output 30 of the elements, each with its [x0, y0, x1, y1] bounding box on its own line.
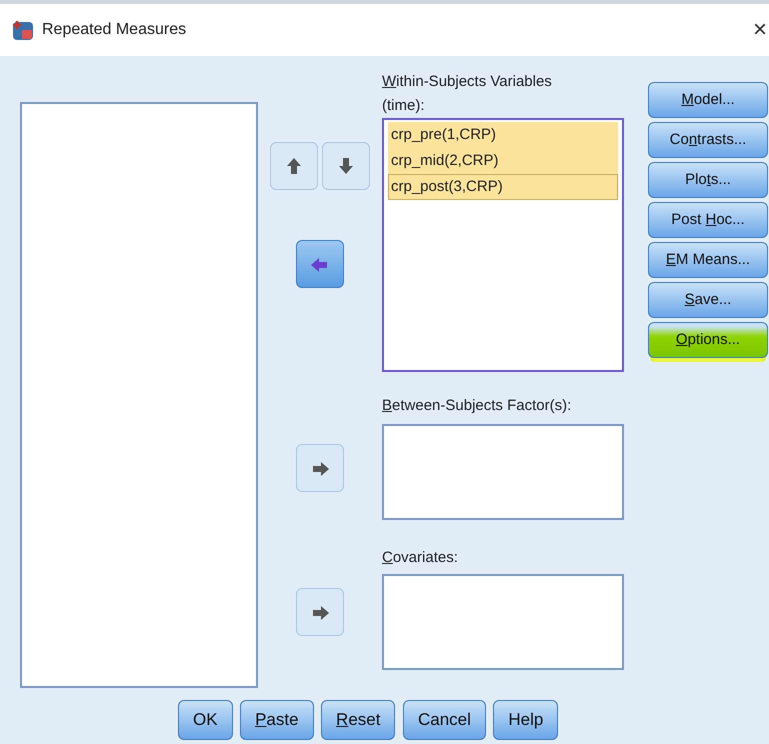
right-arrow-button[interactable]	[296, 588, 344, 636]
down-arrow-button[interactable]	[322, 142, 370, 190]
covariates-list[interactable]	[382, 574, 624, 670]
dialog-button[interactable]: Save...	[648, 282, 768, 318]
between-subjects-label: Between-Subjects Factor(s):	[382, 396, 572, 416]
variable-item[interactable]: crp_mid(2,CRP)	[388, 148, 618, 174]
up-arrow-button[interactable]	[270, 142, 318, 190]
source-variable-list[interactable]	[20, 102, 258, 688]
dialog-button[interactable]: Cancel	[402, 700, 486, 740]
covariates-label: Covariates:	[382, 548, 459, 568]
dialog-button[interactable]: Help	[493, 700, 558, 740]
between-subjects-list[interactable]	[382, 424, 624, 520]
close-button[interactable]: ×	[752, 18, 769, 42]
dialog-button[interactable]: Reset	[321, 700, 396, 740]
dialog-button[interactable]: Post Hoc...	[648, 202, 768, 238]
variable-item[interactable]: crp_post(3,CRP)	[388, 174, 618, 200]
right-arrow-button[interactable]	[296, 444, 344, 492]
within-subjects-label: Within-Subjects Variables	[382, 72, 553, 92]
left-arrow-button[interactable]	[296, 240, 344, 288]
window-title: Repeated Measures	[42, 20, 186, 40]
factor-label: (time):	[382, 96, 426, 116]
dialog-button[interactable]: EM Means...	[648, 242, 768, 278]
within-subjects-list[interactable]: crp_pre(1,CRP) crp_mid(2,CRP) crp_post(3,CRP)	[382, 118, 624, 372]
dialog-button[interactable]: Contrasts...	[648, 122, 768, 158]
dialog-button[interactable]: OK	[178, 700, 233, 740]
dialog-button[interactable]: Paste	[240, 700, 314, 740]
app-icon	[12, 19, 34, 41]
dialog-button[interactable]: Model...	[648, 82, 768, 118]
variable-item[interactable]: crp_pre(1,CRP)	[388, 122, 618, 148]
dialog-button[interactable]: Plots...	[648, 162, 768, 198]
